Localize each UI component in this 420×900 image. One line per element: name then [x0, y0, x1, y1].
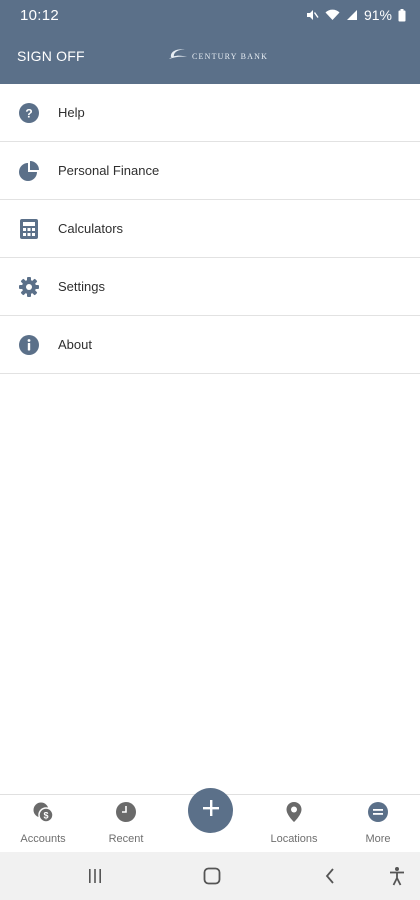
system-nav-bar [0, 852, 420, 900]
menu-item-help[interactable]: ? Help [0, 84, 420, 142]
wifi-icon [325, 9, 340, 21]
location-pin-icon [283, 801, 305, 823]
accessibility-icon[interactable] [384, 864, 410, 888]
status-icons: 91% [305, 7, 406, 23]
sign-off-button[interactable]: SIGN OFF [17, 48, 85, 64]
nav-label: Recent [108, 833, 144, 845]
bottom-nav: $ Accounts Recent Locations More [0, 788, 420, 853]
clock-icon [115, 801, 137, 823]
menu-item-label: Personal Finance [58, 163, 160, 178]
logo-swoosh-icon [168, 47, 188, 66]
menu-lines-icon [367, 801, 389, 823]
nav-locations[interactable]: Locations [259, 795, 329, 853]
status-bar: 10:12 91% [0, 0, 420, 30]
nav-label: Locations [270, 833, 318, 845]
nav-label: More [365, 833, 391, 845]
battery-icon [398, 8, 406, 22]
menu-item-about[interactable]: About [0, 316, 420, 374]
svg-text:?: ? [25, 106, 32, 120]
bank-logo: Century Bank [168, 47, 268, 66]
signal-icon [346, 9, 358, 21]
home-icon[interactable] [199, 864, 225, 888]
gear-icon [18, 276, 40, 298]
nav-recent[interactable]: Recent [91, 795, 161, 853]
nav-label: Accounts [20, 833, 66, 845]
help-icon: ? [18, 102, 40, 124]
menu-item-settings[interactable]: Settings [0, 258, 420, 316]
plus-icon [201, 798, 221, 823]
menu-item-label: Calculators [58, 221, 124, 236]
recent-apps-icon[interactable] [82, 864, 108, 888]
menu-item-label: Settings [58, 279, 105, 294]
info-icon [18, 334, 40, 356]
menu-item-label: About [58, 337, 92, 352]
pie-chart-icon [18, 160, 40, 182]
nav-accounts[interactable]: $ Accounts [8, 795, 78, 853]
back-icon[interactable] [317, 864, 343, 888]
svg-text:$: $ [43, 811, 48, 821]
logo-text: Century Bank [192, 52, 269, 61]
coins-icon: $ [32, 801, 54, 823]
battery-text: 91% [363, 7, 392, 23]
mute-icon [305, 8, 319, 22]
calculator-icon [18, 218, 40, 240]
menu-item-label: Help [58, 105, 85, 120]
menu-item-personal-finance[interactable]: Personal Finance [0, 142, 420, 200]
add-button[interactable] [188, 788, 233, 833]
nav-more[interactable]: More [343, 795, 413, 853]
status-time: 10:12 [20, 6, 60, 24]
menu-item-calculators[interactable]: Calculators [0, 200, 420, 258]
app-bar: SIGN OFF Century Bank [0, 30, 420, 84]
more-menu-list: ? Help Personal Finance Calculators Sett… [0, 84, 420, 374]
